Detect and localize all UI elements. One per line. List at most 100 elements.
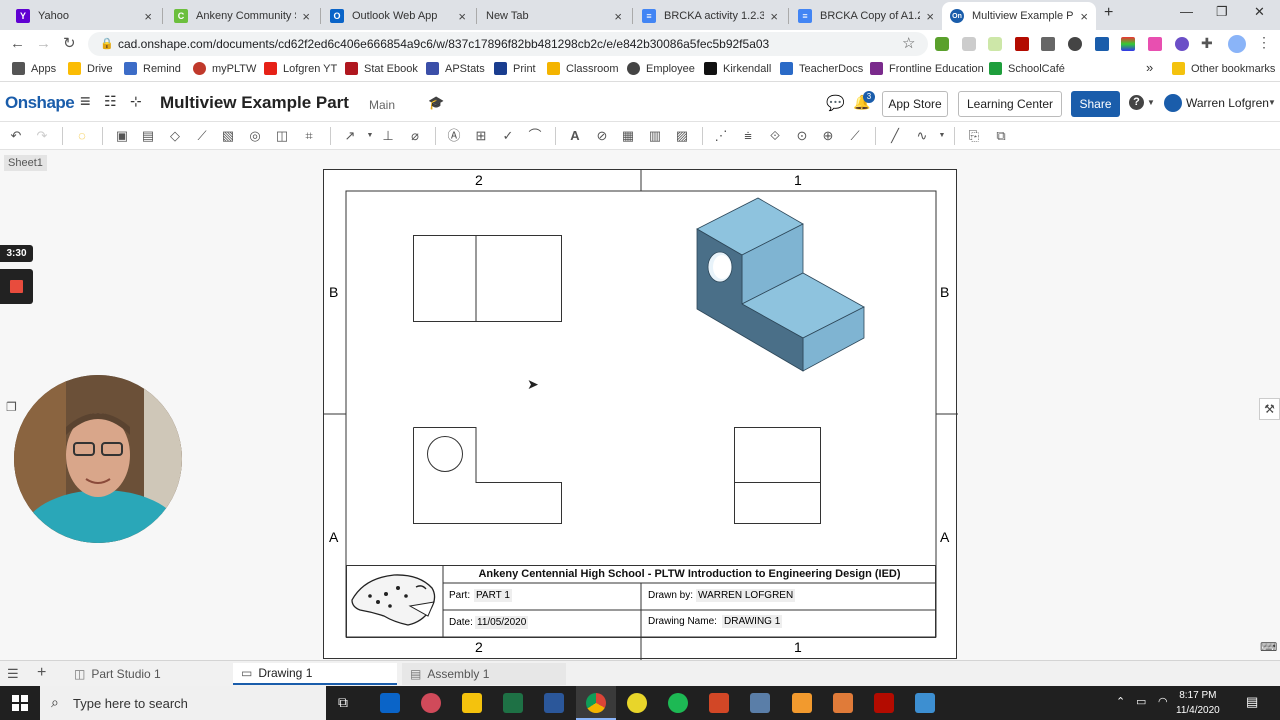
chevron-down-icon[interactable]: ▼ xyxy=(1268,98,1276,107)
workspace-label[interactable]: Main xyxy=(369,98,395,112)
bookmark-mypltw[interactable]: myPLTW xyxy=(193,62,256,75)
task-view-icon[interactable]: ⧉ xyxy=(338,694,348,711)
extension-icon[interactable] xyxy=(962,37,976,51)
user-name[interactable]: Warren Lofgren xyxy=(1186,96,1269,110)
maximize-icon[interactable]: ❐ xyxy=(1216,4,1228,20)
projected-view-icon[interactable]: ▤ xyxy=(140,128,156,144)
app-icon[interactable] xyxy=(627,693,647,713)
callout-icon[interactable]: ⊘ xyxy=(594,128,610,144)
part-value[interactable]: PART 1 xyxy=(474,589,512,602)
back-icon[interactable]: ← xyxy=(10,35,25,52)
extension-icon[interactable] xyxy=(1041,37,1055,51)
close-tab-icon[interactable]: × xyxy=(770,9,778,24)
baseline-dimension-icon[interactable]: ⊥ xyxy=(380,128,396,144)
spotify-app-icon[interactable] xyxy=(668,693,688,713)
centermark-pattern-icon[interactable]: ⟐ xyxy=(767,128,783,144)
extension-icon[interactable] xyxy=(1121,37,1135,51)
browser-tab-brcka-activity[interactable]: ≡ BRCKA activity 1.2.3 W × xyxy=(634,2,786,30)
windows-start-icon[interactable] xyxy=(12,695,28,711)
bookmark-teacherdocs[interactable]: TeacherDocs xyxy=(780,62,863,75)
refresh-views-icon[interactable]: ◌ xyxy=(74,128,90,144)
extensions-puzzle-icon[interactable]: ✚ xyxy=(1201,35,1213,52)
extension-icon[interactable] xyxy=(935,37,949,51)
circle-centermark-icon[interactable]: ⊙ xyxy=(794,128,810,144)
comments-icon[interactable]: 💬 xyxy=(826,94,845,112)
tab-assembly-1[interactable]: ▤ Assembly 1 xyxy=(402,663,566,685)
powerpoint-app-icon[interactable] xyxy=(709,693,729,713)
extension-icon[interactable] xyxy=(1175,37,1189,51)
tab-list-icon[interactable]: ☰ xyxy=(7,666,19,682)
pdf-extension-icon[interactable] xyxy=(1015,37,1029,51)
tray-chevron-up-icon[interactable]: ⌃ xyxy=(1116,695,1125,708)
browser-tab-ankeny[interactable]: C Ankeny Community Sc × xyxy=(166,2,318,30)
table-icon[interactable]: ▦ xyxy=(620,128,636,144)
bookmark-frontline[interactable]: Frontline Education xyxy=(870,62,984,75)
word-app-icon[interactable] xyxy=(544,693,564,713)
keyboard-icon[interactable]: ⌨ xyxy=(1260,640,1277,654)
isometric-view[interactable] xyxy=(696,197,865,372)
close-window-icon[interactable]: ✕ xyxy=(1254,4,1265,20)
bookmarks-overflow-icon[interactable]: » xyxy=(1146,60,1153,75)
broken-out-icon[interactable]: ◫ xyxy=(274,128,290,144)
text-icon[interactable]: A xyxy=(567,128,583,144)
browser-tab-brcka-copy[interactable]: ≡ BRCKA Copy of A1.2.3 × xyxy=(790,2,942,30)
education-cap-icon[interactable]: 🎓 xyxy=(428,95,444,111)
bookmark-remind[interactable]: Remind xyxy=(124,62,181,75)
export-dxf-icon[interactable]: ⎘ xyxy=(966,128,982,144)
bookmark-apstats[interactable]: APStats xyxy=(426,62,485,75)
export-image-icon[interactable]: ⧉ xyxy=(993,128,1009,144)
document-title[interactable]: Multiview Example Part xyxy=(160,93,349,113)
bookmark-classroom[interactable]: Classroom xyxy=(547,62,619,75)
bookmark-drive[interactable]: Drive xyxy=(68,62,113,75)
bom-icon[interactable]: ▥ xyxy=(647,128,663,144)
tools-wrench-icon[interactable]: ⚒ xyxy=(1259,398,1280,420)
center-mark-icon[interactable]: ⩧ xyxy=(740,128,756,144)
browser-tab-yahoo[interactable]: Y Yahoo × xyxy=(8,2,160,30)
sheet-tab[interactable]: Sheet1 xyxy=(4,155,47,171)
chamfer-callout-icon[interactable]: ⟋ xyxy=(847,128,863,144)
feature-list-icon[interactable]: ☷ xyxy=(104,93,117,110)
drawing-sheet[interactable]: 2 1 2 1 B B A A Ankeny Centennial High S… xyxy=(323,169,958,660)
file-explorer-icon[interactable] xyxy=(462,693,482,713)
datum-icon[interactable]: ⊞ xyxy=(473,128,489,144)
centerline-icon[interactable]: ⋰ xyxy=(713,128,729,144)
close-tab-icon[interactable]: × xyxy=(926,9,934,24)
surface-finish-icon[interactable]: ✓ xyxy=(500,128,516,144)
top-view[interactable] xyxy=(413,235,562,322)
outlook-app-icon[interactable] xyxy=(380,693,400,713)
close-tab-icon[interactable]: × xyxy=(614,9,622,24)
close-tab-icon[interactable]: × xyxy=(144,9,152,24)
insert-element-icon[interactable]: + xyxy=(37,664,46,682)
battery-icon[interactable]: ▭ xyxy=(1136,695,1146,708)
learning-center-button[interactable]: Learning Center xyxy=(958,91,1062,117)
crop-view-icon[interactable]: ⌗ xyxy=(301,128,317,144)
extension-icon[interactable] xyxy=(1068,37,1082,51)
view-manager-icon[interactable]: ❐ xyxy=(6,400,17,414)
drawing-canvas[interactable]: Sheet1 2 1 2 1 B B A A Ankeny Centennial… xyxy=(0,150,1280,660)
minimize-icon[interactable]: — xyxy=(1180,4,1193,19)
tab-part-studio-1[interactable]: ◫ Part Studio 1 xyxy=(66,663,230,685)
weld-symbol-icon[interactable]: ⌒ xyxy=(527,128,543,144)
redo-icon[interactable]: ↷ xyxy=(34,128,50,144)
auxiliary-view-icon[interactable]: ◇ xyxy=(167,128,183,144)
chevron-down-icon[interactable]: ▼ xyxy=(362,128,378,144)
hole-table-icon[interactable]: ⌀ xyxy=(407,128,423,144)
close-tab-icon[interactable]: × xyxy=(458,9,466,24)
chevron-down-icon[interactable]: ▼ xyxy=(1147,98,1155,107)
extension-icon[interactable] xyxy=(988,37,1002,51)
insert-view-icon[interactable]: ▣ xyxy=(114,128,130,144)
new-tab-button[interactable]: + xyxy=(1104,4,1113,22)
spline-icon[interactable]: ∿ xyxy=(914,128,930,144)
bookmark-lofgren-yt[interactable]: Lofgren YT xyxy=(264,62,337,75)
dimension-icon[interactable]: ↗ xyxy=(342,128,358,144)
browser-tab-newtab[interactable]: New Tab × xyxy=(478,2,630,30)
acrobat-app-icon[interactable] xyxy=(874,693,894,713)
extension-icon[interactable] xyxy=(1095,37,1109,51)
other-bookmarks[interactable]: Other bookmarks xyxy=(1172,62,1275,75)
onshape-logo[interactable]: Onshape xyxy=(5,93,75,113)
bookmark-kirkendall[interactable]: Kirkendall xyxy=(704,62,771,75)
point-centermark-icon[interactable]: ⊕ xyxy=(820,128,836,144)
profile-avatar-icon[interactable] xyxy=(1228,35,1246,53)
browser-tab-multiview[interactable]: On Multiview Example Par × xyxy=(942,2,1096,30)
tab-drawing-1[interactable]: ▭ Drawing 1 xyxy=(233,663,397,685)
